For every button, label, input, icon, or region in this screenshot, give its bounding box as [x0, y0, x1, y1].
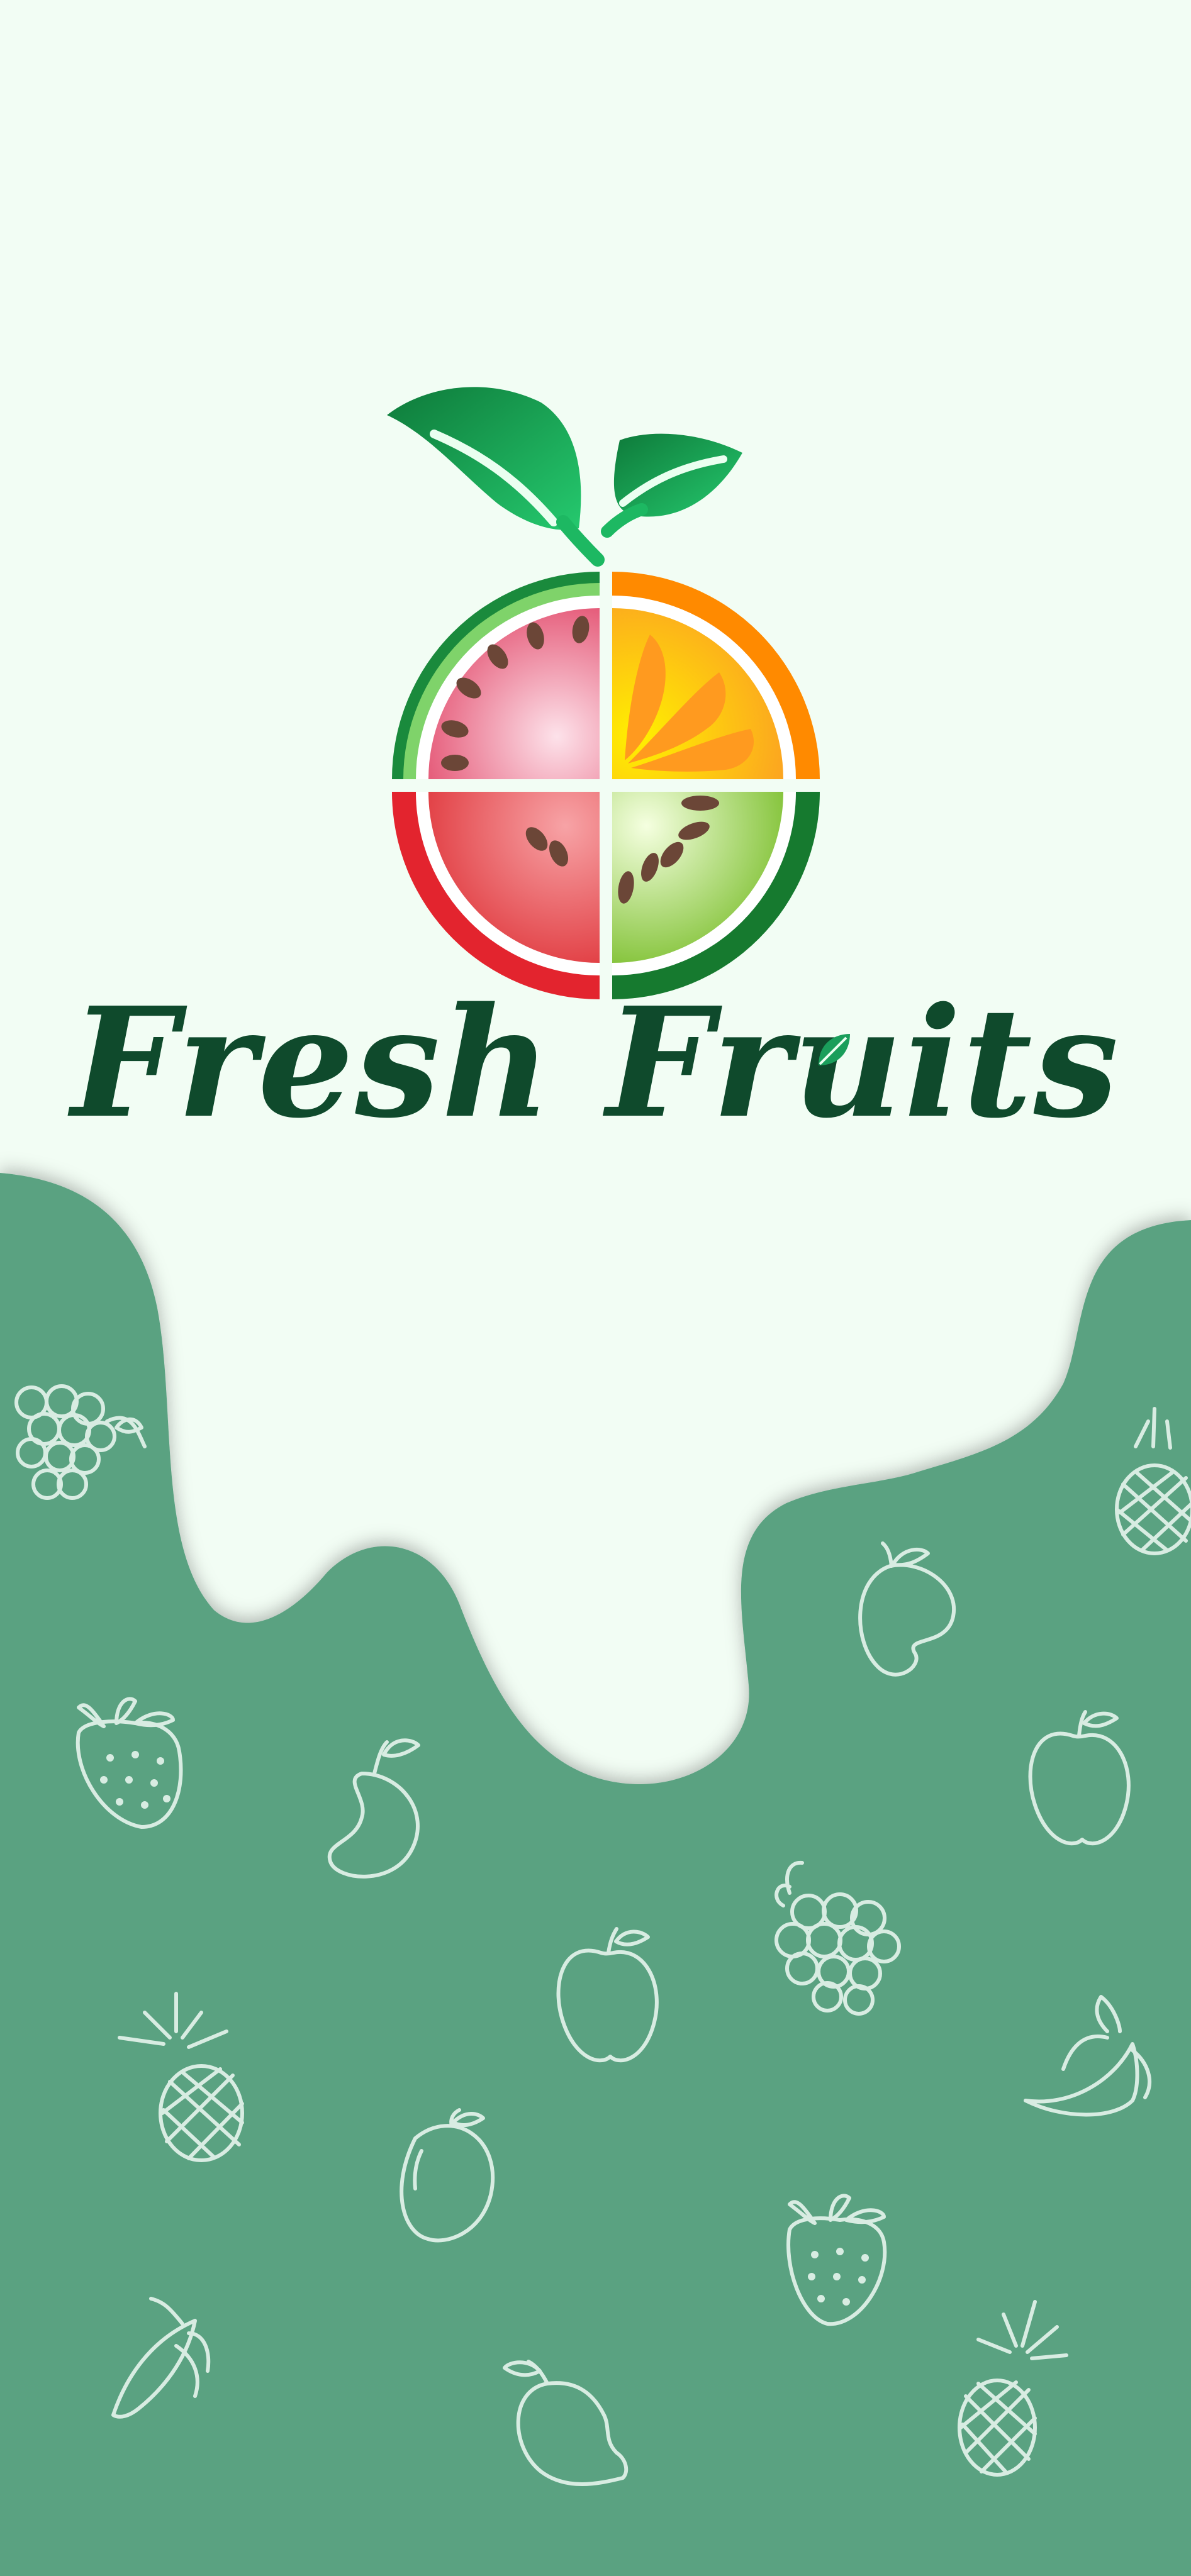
orange-slice: [612, 572, 820, 779]
logo-fruit-circle: [392, 572, 820, 999]
app-title: Fresh Fruits: [71, 974, 1120, 1152]
watermelon-slice: [392, 572, 600, 779]
watermelon-red-slice: [392, 792, 600, 999]
logo-leaves: [387, 387, 742, 567]
splash-screen: Fresh Fruits: [0, 0, 1191, 2576]
leaf-icon: [819, 1034, 850, 1065]
kiwi-slice: [612, 792, 820, 999]
